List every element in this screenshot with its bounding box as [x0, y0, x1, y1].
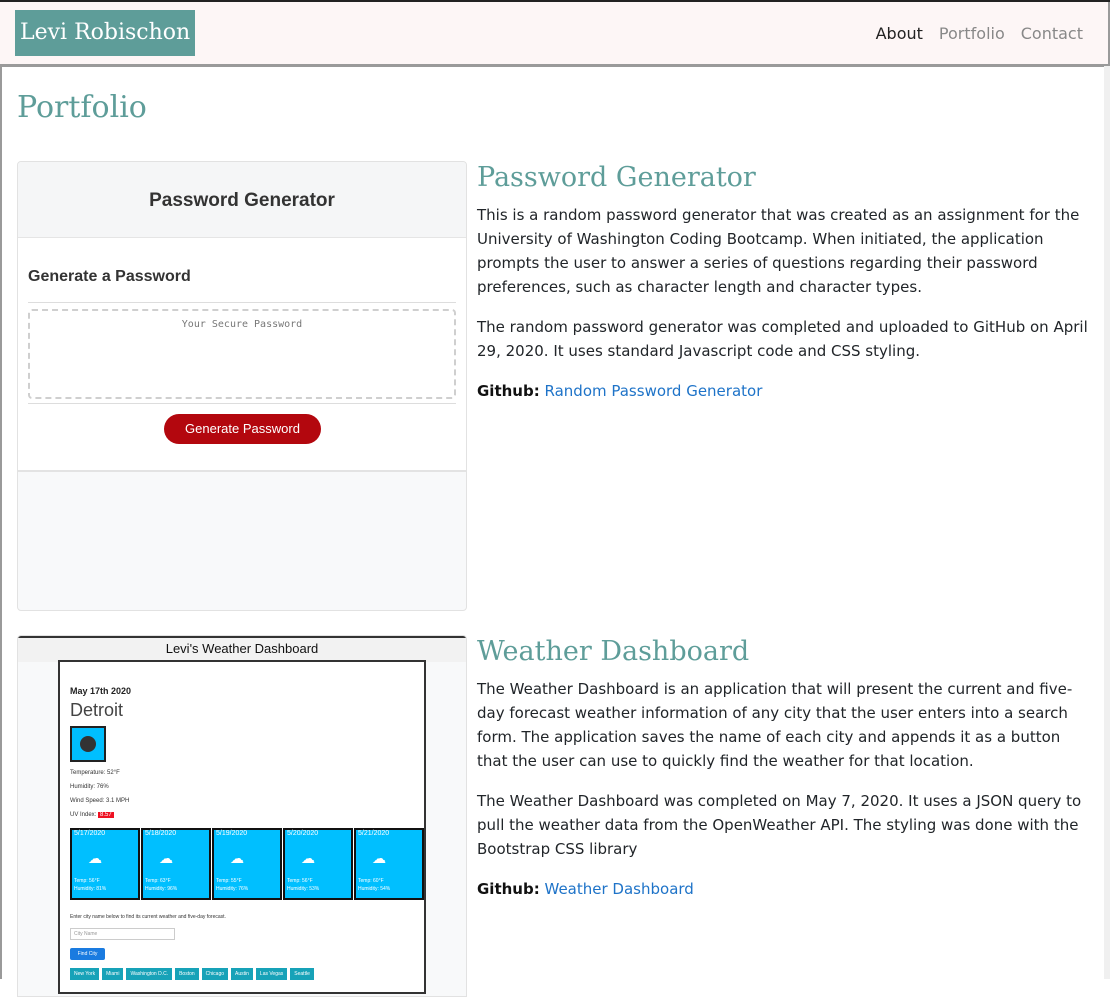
- project-description: The Weather Dashboard was completed on M…: [477, 792, 1082, 858]
- city-button: Seattle: [290, 968, 314, 980]
- project-title-weather-dashboard: Weather Dashboard: [477, 636, 750, 667]
- forecast-card: 5/17/2020 ☁ Temp: 56°F Humidity: 81%: [70, 828, 140, 900]
- nav-link-contact[interactable]: Contact: [1021, 24, 1083, 43]
- project-description: The Weather Dashboard is an application …: [477, 680, 1073, 770]
- project-description: The random password generator was comple…: [477, 318, 1088, 360]
- city-button: Las Vegas: [255, 968, 288, 980]
- cloud-icon: ☁: [372, 851, 386, 867]
- preview-header: Password Generator: [18, 162, 466, 238]
- project-title-password-generator: Password Generator: [477, 162, 756, 193]
- github-line: Github: Weather Dashboard: [477, 877, 694, 901]
- city-button: Austin: [231, 968, 253, 980]
- temperature: Temperature: 52°F: [70, 770, 120, 776]
- current-date: May 17th 2020: [70, 686, 132, 696]
- password-textarea: Your Secure Password: [28, 309, 456, 399]
- forecast-card: 5/19/2020 ☁ Temp: 55°F Humidity: 76%: [212, 828, 282, 900]
- forecast-card: 5/18/2020 ☁ Temp: 63°F Humidity: 96%: [141, 828, 211, 900]
- uv-index: UV Index: 8.57: [70, 812, 114, 818]
- cloud-icon: ☁: [230, 851, 244, 867]
- github-line: Github: Random Password Generator: [477, 379, 762, 403]
- forecast-card: 5/21/2020 ☁ Temp: 60°F Humidity: 54%: [354, 828, 424, 900]
- saved-cities: New York Miami Washington D.C. Boston Ch…: [70, 968, 314, 980]
- divider: [28, 302, 456, 303]
- cloud-icon: ☁: [159, 851, 173, 867]
- wind-speed: Wind Speed: 3.1 MPH: [70, 798, 130, 804]
- city-button: Washington D.C.: [126, 968, 173, 980]
- page-title: Portfolio: [17, 90, 147, 125]
- search-help-text: Enter city name below to find its curren…: [70, 914, 226, 920]
- city-button: Chicago: [201, 968, 229, 980]
- current-city: Detroit: [70, 700, 124, 720]
- weather-dashboard-preview: Levi's Weather Dashboard May 17th 2020 D…: [17, 635, 467, 997]
- github-link-password-generator[interactable]: Random Password Generator: [545, 382, 763, 400]
- github-label: Github:: [477, 880, 540, 898]
- city-button: Boston: [175, 968, 199, 980]
- scrollbar-track[interactable]: [1104, 66, 1110, 979]
- password-placeholder: Your Secure Password: [181, 319, 303, 330]
- divider: [28, 403, 456, 404]
- weather-panel: May 17th 2020 Detroit Temperature: 52°F …: [58, 660, 426, 994]
- forecast-row: 5/17/2020 ☁ Temp: 56°F Humidity: 81% 5/18/2…: [70, 828, 424, 900]
- password-generator-preview: Password Generator Generate a Password Y…: [17, 161, 467, 611]
- nav-link-portfolio[interactable]: Portfolio: [939, 24, 1005, 43]
- find-city-button: Find City: [70, 948, 105, 960]
- cloud-icon: ☁: [301, 851, 315, 867]
- left-border: [0, 66, 2, 979]
- forecast-card: 5/20/2020 ☁ Temp: 56°F Humidity: 53%: [283, 828, 353, 900]
- generate-password-button: Generate Password: [164, 414, 321, 444]
- city-input: City Name: [70, 928, 175, 940]
- preview-body: Generate a Password Your Secure Password…: [18, 238, 466, 472]
- preview-subheader: Generate a Password: [28, 268, 191, 285]
- navbar: Levi Robischon About Portfolio Contact: [0, 2, 1110, 67]
- github-link-weather-dashboard[interactable]: Weather Dashboard: [545, 880, 694, 898]
- humidity: Humidity: 76%: [70, 784, 109, 790]
- city-button: New York: [70, 968, 100, 980]
- github-label: Github:: [477, 382, 540, 400]
- weather-icon: [70, 726, 106, 762]
- city-button: Miami: [102, 968, 124, 980]
- brand-logo[interactable]: Levi Robischon: [15, 10, 196, 56]
- preview-header: Levi's Weather Dashboard: [18, 636, 466, 662]
- uv-badge: 8.57: [98, 812, 114, 818]
- project-description: This is a random password generator that…: [477, 206, 1080, 296]
- nav-link-about[interactable]: About: [876, 24, 923, 43]
- nav-links: About Portfolio Contact: [876, 2, 1083, 64]
- cloud-icon: ☁: [88, 851, 102, 867]
